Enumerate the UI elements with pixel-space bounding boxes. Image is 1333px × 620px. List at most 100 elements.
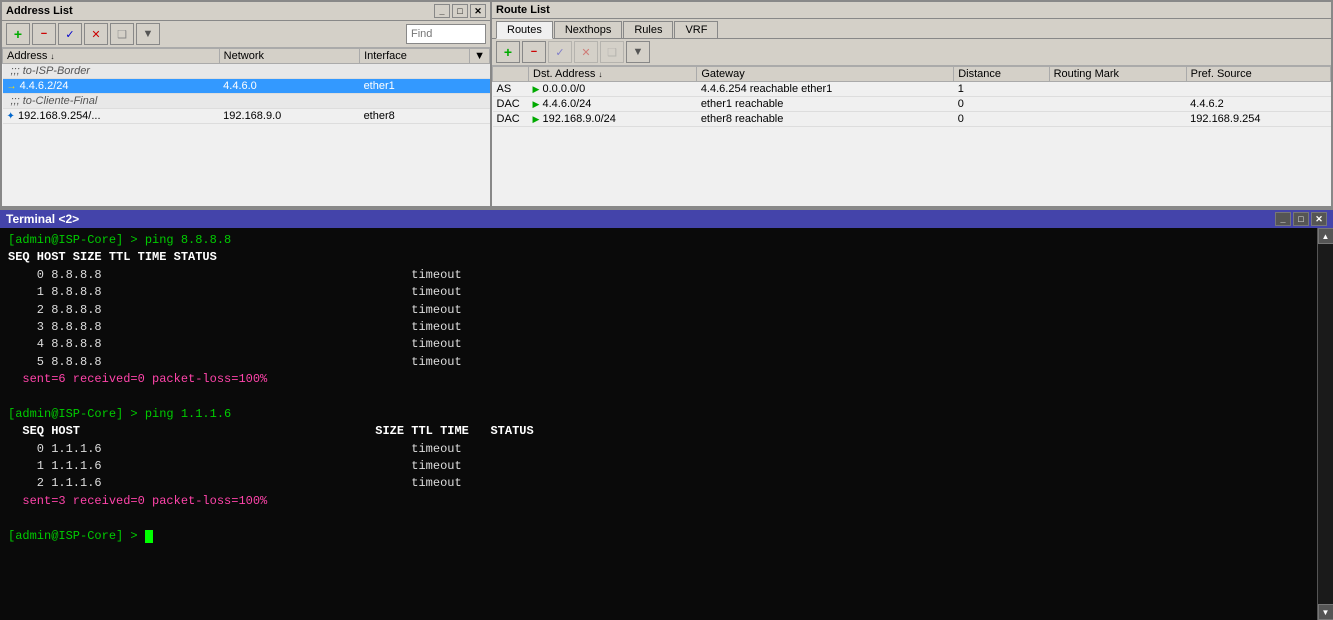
minus-icon: −: [41, 28, 47, 40]
tab-rules[interactable]: Rules: [623, 21, 673, 38]
filter-route-button[interactable]: ▼: [626, 41, 650, 63]
filter-icon: ▼: [633, 46, 644, 58]
terminal-titlebar: Terminal <2> _ □ ✕: [0, 210, 1333, 228]
col-gateway[interactable]: Gateway: [697, 67, 954, 82]
address-list-titlebar: Address List _ □ ✕: [2, 2, 490, 21]
col-distance[interactable]: Distance: [954, 67, 1049, 82]
route-dst-cell: ▶ 0.0.0.0/0: [529, 82, 697, 97]
remove-route-button[interactable]: −: [522, 41, 546, 63]
tab-vrf[interactable]: VRF: [674, 21, 718, 38]
route-tabs-bar: Routes Nexthops Rules VRF: [492, 19, 1331, 39]
terminal-line: 0 8.8.8.8 timeout: [8, 267, 1309, 284]
address-icon-cell2: ✦ 192.168.9.254/...: [3, 109, 220, 124]
route-table: Dst. Address ↓ Gateway Distance Routing …: [492, 66, 1331, 127]
copy-address-button[interactable]: ❑: [110, 23, 134, 45]
find-input[interactable]: [406, 24, 486, 44]
route-type-cell: DAC: [493, 112, 529, 127]
terminal-line: 5 8.8.8.8 timeout: [8, 354, 1309, 371]
triangle-icon: ▶: [533, 99, 540, 109]
table-row[interactable]: ✦ 192.168.9.254/... 192.168.9.0 ether8: [3, 109, 490, 124]
col-pref-source[interactable]: Pref. Source: [1186, 67, 1330, 82]
terminal-maximize-button[interactable]: □: [1293, 212, 1309, 226]
enable-route-button[interactable]: ✓: [548, 41, 572, 63]
terminal-line: 1 1.1.1.6 timeout: [8, 458, 1309, 475]
scroll-up-button[interactable]: ▲: [1318, 228, 1333, 244]
route-toolbar: + − ✓ ✕ ❑ ▼: [492, 39, 1331, 66]
route-table-container: Dst. Address ↓ Gateway Distance Routing …: [492, 66, 1331, 206]
col-interface[interactable]: Interface: [360, 49, 470, 64]
terminal-line: 4 8.8.8.8 timeout: [8, 336, 1309, 353]
terminal-panel: Terminal <2> _ □ ✕ [admin@ISP-Core] > pi…: [0, 210, 1333, 620]
address-icon-cell: → 4.4.6.2/24: [3, 79, 220, 94]
col-expand[interactable]: ▼: [470, 49, 490, 64]
check-icon: ✓: [555, 46, 564, 59]
close-button[interactable]: ✕: [470, 4, 486, 18]
cross-icon: ✕: [91, 28, 100, 41]
table-row[interactable]: AS ▶ 0.0.0.0/0 4.4.6.254 reachable ether…: [493, 82, 1331, 97]
col-address[interactable]: Address ↓: [3, 49, 220, 64]
terminal-line: [8, 389, 1309, 406]
group-header-isp-border: ;;; to-ISP-Border: [3, 64, 490, 79]
terminal-line: [8, 510, 1309, 527]
arrow-icon: →: [7, 81, 17, 92]
terminal-body[interactable]: [admin@ISP-Core] > ping 8.8.8.8 SEQ HOST…: [0, 228, 1317, 620]
col-dst-address[interactable]: Dst. Address ↓: [529, 67, 697, 82]
minus-icon: −: [531, 46, 537, 58]
check-icon: ✓: [65, 28, 74, 41]
maximize-button[interactable]: □: [452, 4, 468, 18]
terminal-line: 2 8.8.8.8 timeout: [8, 302, 1309, 319]
cross-icon: ✕: [581, 46, 590, 59]
copy-icon: ❑: [607, 46, 617, 59]
terminal-prompt-line: [admin@ISP-Core] >: [8, 528, 1309, 545]
triangle-icon: ▶: [533, 84, 540, 94]
route-type-cell: AS: [493, 82, 529, 97]
enable-address-button[interactable]: ✓: [58, 23, 82, 45]
terminal-cursor: [145, 530, 153, 543]
terminal-line: SEQ HOST SIZE TTL TIME STATUS: [8, 423, 1309, 440]
col-type: [493, 67, 529, 82]
address-table-container: Address ↓ Network Interface ▼ ;;; to-ISP…: [2, 48, 490, 206]
terminal-line: [admin@ISP-Core] > ping 8.8.8.8: [8, 232, 1309, 249]
tab-nexthops[interactable]: Nexthops: [554, 21, 622, 38]
tab-routes[interactable]: Routes: [496, 21, 553, 39]
route-list-title: Route List: [496, 4, 550, 16]
terminal-close-button[interactable]: ✕: [1311, 212, 1327, 226]
terminal-title: Terminal <2>: [6, 212, 79, 226]
terminal-line: SEQ HOST SIZE TTL TIME STATUS: [8, 249, 1309, 266]
scroll-down-button[interactable]: ▼: [1318, 604, 1333, 620]
terminal-scrollbar[interactable]: ▲ ▼: [1317, 228, 1333, 620]
route-list-titlebar: Route List: [492, 2, 1331, 19]
table-row[interactable]: DAC ▶ 192.168.9.0/24 ether8 reachable 0 …: [493, 112, 1331, 127]
address-list-panel: Address List _ □ ✕ + − ✓ ✕ ❑: [0, 0, 492, 208]
terminal-line: 1 8.8.8.8 timeout: [8, 284, 1309, 301]
scroll-track: [1318, 244, 1333, 604]
terminal-content: [admin@ISP-Core] > ping 8.8.8.8 SEQ HOST…: [8, 232, 1309, 616]
table-row[interactable]: → 4.4.6.2/24 4.4.6.0 ether1: [3, 79, 490, 94]
table-row[interactable]: DAC ▶ 4.4.6.0/24 ether1 reachable 0 4.4.…: [493, 97, 1331, 112]
plus-icon: +: [14, 26, 22, 42]
terminal-line: [admin@ISP-Core] > ping 1.1.1.6: [8, 406, 1309, 423]
address-list-title: Address List: [6, 5, 73, 17]
filter-icon: ▼: [143, 28, 154, 40]
route-dst-cell: ▶ 4.4.6.0/24: [529, 97, 697, 112]
terminal-minimize-button[interactable]: _: [1275, 212, 1291, 226]
copy-icon: ❑: [117, 28, 127, 41]
route-list-panel: Route List Routes Nexthops Rules VRF + −…: [492, 0, 1333, 208]
disable-route-button[interactable]: ✕: [574, 41, 598, 63]
add-address-button[interactable]: +: [6, 23, 30, 45]
route-type-cell: DAC: [493, 97, 529, 112]
disable-address-button[interactable]: ✕: [84, 23, 108, 45]
terminal-line: 0 1.1.1.6 timeout: [8, 441, 1309, 458]
col-network[interactable]: Network: [219, 49, 359, 64]
address-table: Address ↓ Network Interface ▼ ;;; to-ISP…: [2, 48, 490, 124]
remove-address-button[interactable]: −: [32, 23, 56, 45]
plus-icon: +: [504, 44, 512, 60]
col-routing-mark[interactable]: Routing Mark: [1049, 67, 1186, 82]
minimize-button[interactable]: _: [434, 4, 450, 18]
filter-address-button[interactable]: ▼: [136, 23, 160, 45]
terminal-line: 2 1.1.1.6 timeout: [8, 475, 1309, 492]
add-route-button[interactable]: +: [496, 41, 520, 63]
address-list-toolbar: + − ✓ ✕ ❑ ▼: [2, 21, 490, 48]
route-dst-cell: ▶ 192.168.9.0/24: [529, 112, 697, 127]
copy-route-button[interactable]: ❑: [600, 41, 624, 63]
